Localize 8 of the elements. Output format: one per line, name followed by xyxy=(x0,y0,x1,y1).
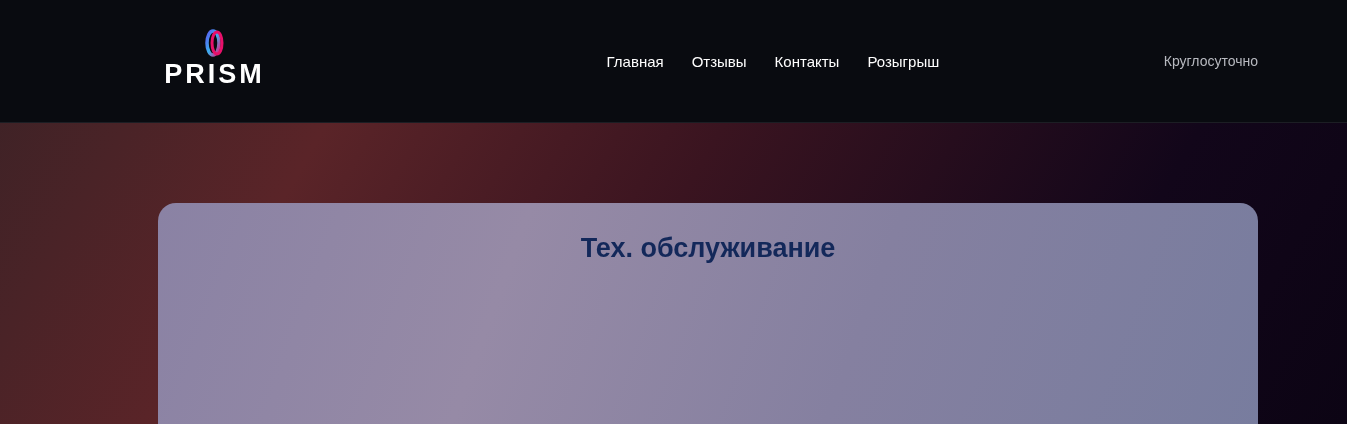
logo-text: PRISM xyxy=(164,60,265,88)
nav-link[interactable]: Отзывы xyxy=(691,52,747,70)
card-title: Тех. обслуживание xyxy=(580,233,836,264)
nav-link[interactable]: Главная xyxy=(606,52,664,70)
hours-text: Круглосуточно xyxy=(1163,53,1258,69)
ring-logo-icon xyxy=(204,28,225,57)
nav-link[interactable]: Розыгрыш xyxy=(867,52,940,70)
nav-link[interactable]: Контакты xyxy=(774,52,840,70)
